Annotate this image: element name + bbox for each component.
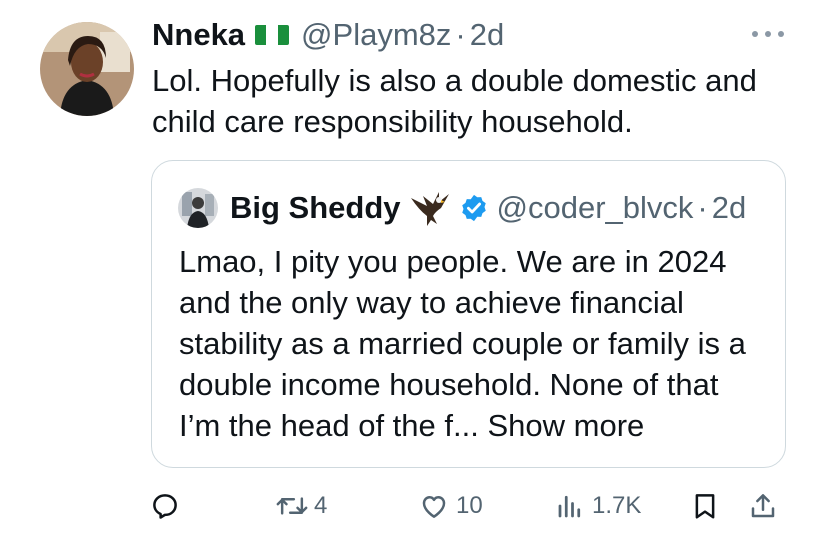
nigeria-flag-icon <box>255 25 290 45</box>
like-count: 10 <box>456 492 483 519</box>
quoted-author-name[interactable]: Big Sheddy <box>230 190 401 226</box>
verified-badge-icon[interactable] <box>459 193 489 223</box>
quoted-tweet[interactable]: Big Sheddy @coder_blvck · 2d Lmao, I pit… <box>151 160 786 468</box>
show-more-link[interactable]: Show more <box>487 408 644 443</box>
quoted-tweet-timestamp[interactable]: 2d <box>712 190 746 226</box>
separator-dot: · <box>455 17 466 52</box>
quoted-author-avatar[interactable] <box>178 188 218 228</box>
tweet-timestamp[interactable]: 2d <box>470 17 504 53</box>
retweet-icon <box>276 497 308 515</box>
tweet-header: Nneka @Playm8z · 2d <box>152 14 504 56</box>
more-icon[interactable] <box>752 24 784 44</box>
reply-button[interactable] <box>150 482 180 530</box>
views-icon <box>558 495 581 518</box>
retweet-button[interactable]: 4 <box>276 482 327 530</box>
author-avatar[interactable] <box>40 22 134 116</box>
retweet-count: 4 <box>314 492 328 519</box>
share-icon <box>751 494 775 518</box>
quoted-tweet-body: Lmao, I pity you people. We are in 2024 … <box>179 244 746 443</box>
quoted-separator-dot: · <box>697 190 708 225</box>
bookmark-button[interactable] <box>690 482 720 530</box>
quoted-tweet-header: Big Sheddy @coder_blvck · 2d <box>230 187 746 229</box>
author-name[interactable]: Nneka <box>152 17 245 53</box>
share-button[interactable] <box>748 482 778 530</box>
views-button[interactable]: 1.7K <box>554 482 641 530</box>
author-handle[interactable]: @Playm8z <box>301 17 451 53</box>
bookmark-icon <box>695 494 715 519</box>
tweet-text: Lol. Hopefully is also a double domestic… <box>152 63 757 139</box>
action-bar: 4 10 1.7K <box>150 482 790 530</box>
quoted-author-handle[interactable]: @coder_blvck <box>497 190 694 226</box>
quoted-tweet-text: Lmao, I pity you people. We are in 2024 … <box>179 241 764 446</box>
views-count: 1.7K <box>592 492 642 519</box>
like-icon <box>422 496 446 518</box>
eagle-emoji-icon <box>410 192 449 226</box>
like-button[interactable]: 10 <box>418 482 483 530</box>
reply-icon <box>153 494 177 519</box>
